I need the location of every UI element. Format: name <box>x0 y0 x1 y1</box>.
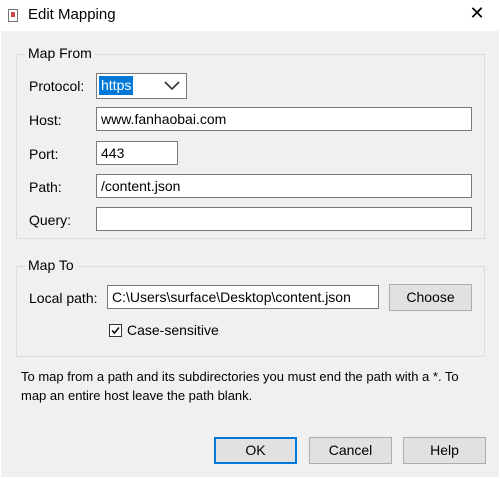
choose-button[interactable]: Choose <box>389 284 472 311</box>
close-icon[interactable]: ✕ <box>464 3 490 24</box>
protocol-label: Protocol: <box>29 78 85 94</box>
map-to-group: Map To Local path: C:\Users\surface\Desk… <box>16 257 485 357</box>
local-path-label: Local path: <box>29 290 98 306</box>
cancel-button[interactable]: Cancel <box>309 437 392 464</box>
query-label: Query: <box>29 212 72 228</box>
title-bar: Edit Mapping ✕ <box>0 0 500 31</box>
protocol-selected-value: https <box>99 76 134 95</box>
map-to-title: Map To <box>25 257 77 273</box>
case-sensitive-checkbox[interactable] <box>109 324 122 337</box>
map-from-title: Map From <box>25 45 95 61</box>
path-label: Path: <box>29 179 62 195</box>
help-text: To map from a path and its subdirectorie… <box>21 369 459 403</box>
local-path-input[interactable]: C:\Users\surface\Desktop\content.json <box>107 285 379 309</box>
map-from-group: Map From Protocol: https Host: www.fanha… <box>16 45 485 239</box>
checkmark-icon <box>111 327 120 335</box>
protocol-select[interactable]: https <box>96 73 187 99</box>
dialog-body: Map From Protocol: https Host: www.fanha… <box>1 31 499 477</box>
host-label: Host: <box>29 112 62 128</box>
case-sensitive-label[interactable]: Case-sensitive <box>127 322 219 338</box>
window-title: Edit Mapping <box>28 6 116 23</box>
ok-button[interactable]: OK <box>214 437 297 464</box>
document-icon <box>8 9 18 22</box>
path-input[interactable]: /content.json <box>96 174 472 198</box>
help-button[interactable]: Help <box>403 437 486 464</box>
host-input[interactable]: www.fanhaobai.com <box>96 107 472 131</box>
port-input[interactable]: 443 <box>96 141 178 165</box>
chevron-down-icon <box>164 81 180 91</box>
port-label: Port: <box>29 146 59 162</box>
query-input[interactable] <box>96 207 472 231</box>
